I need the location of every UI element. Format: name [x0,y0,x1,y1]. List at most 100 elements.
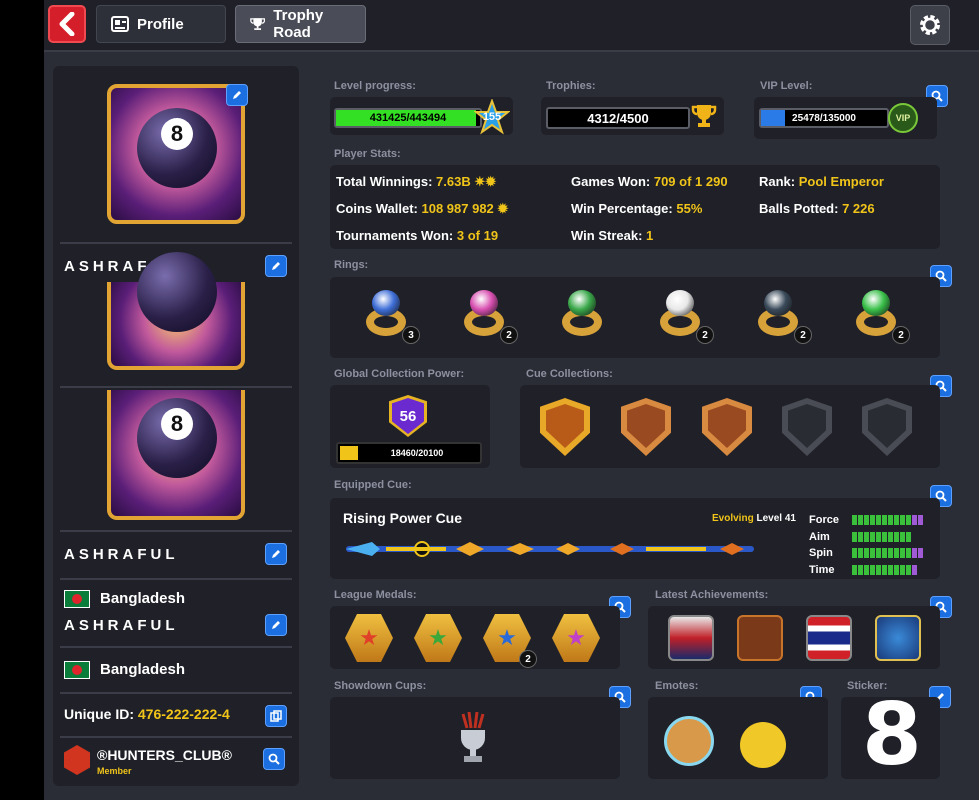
cue-stat-segment [882,548,887,558]
ring-icon[interactable] [552,286,612,346]
cue-stat-segment [858,564,863,575]
cue-stat-segment [864,515,869,525]
tab-trophy-road[interactable]: Trophy Road [235,5,366,43]
ring-count: 2 [892,326,910,344]
tab-trophy-road-label: Trophy Road [273,7,324,41]
bangladesh-flag-icon [64,590,90,608]
back-button[interactable] [48,5,86,43]
edit-avatar-button[interactable] [226,84,248,106]
view-club-button[interactable] [263,748,285,770]
trophies-text: 4312/4500 [587,110,649,126]
eight-ball-icon: 8 [137,108,217,188]
vip-level-label: VIP Level: [760,80,813,92]
cue-stat-segment [906,531,911,542]
cue-stat-segment [882,564,887,575]
cue-stat-segment [858,548,863,558]
profile-card-icon [111,16,129,32]
pencil-icon [272,262,280,270]
player-name: ASHRAFUL [64,617,179,634]
eight-ball-icon: 8 [137,398,217,478]
country-name: Bangladesh [100,661,186,678]
avatar: 8 [107,84,245,224]
edit-name-button[interactable] [265,255,287,277]
cue-stat-bar [852,548,923,558]
emotes-label: Emotes: [655,680,699,692]
trophies-label: Trophies: [546,80,596,92]
tournaments-won: Tournaments Won: 3 of 19 [336,228,499,243]
tab-profile[interactable]: Profile [96,5,226,43]
achievement-thailand-flag-icon [806,615,852,661]
cue-stat-segment [876,564,881,575]
cue-stat-segment [852,548,857,558]
collection-power-bar: 18460/20100 [336,442,482,464]
collection-power-text: 18460/20100 [390,448,444,458]
ring-gem [862,290,890,316]
latest-achievements-label: Latest Achievements: [655,589,769,601]
cue-stat-segment [912,564,917,575]
ring-gem [666,290,694,316]
cue-stat-bar [852,531,911,542]
eight-sticker-icon: 8 [862,685,922,785]
trophy-icon [250,18,266,30]
player-name: ASHRAFUL [64,546,179,563]
cue-stat-segment [894,564,899,575]
club-role: Member [97,766,132,776]
ring-count: 2 [696,326,714,344]
cue-stat-segment [888,531,893,542]
pencil-icon [272,550,280,558]
league-medals-label: League Medals: [334,589,417,601]
pencil-icon [233,91,241,99]
cue-stat-segment [918,548,923,558]
club-name: ®HUNTERS_CLUB® [97,747,232,763]
cue-stat-segment [864,531,869,542]
cue-stat-segment [894,548,899,558]
edit-name-button[interactable] [265,614,287,636]
ring-gem [372,290,400,316]
smiley-emote-icon [740,722,786,768]
ring-icon[interactable]: 2 [650,286,714,346]
ring-icon[interactable]: 2 [748,286,812,346]
copy-id-button[interactable] [265,705,287,727]
gear-icon [920,15,940,35]
ring-gem [568,290,596,316]
achievement-wings-icon [737,615,783,661]
cue-stat-segment [852,564,857,575]
player-stats-label: Player Stats: [334,148,401,160]
settings-button[interactable] [910,5,950,45]
trophy-icon [690,102,718,130]
cue-stat-segment [876,515,881,525]
cue-stat-segment [906,564,911,575]
vip-badge-icon: VIP [888,103,918,133]
cue-stat-segment [918,515,923,525]
bangladesh-flag-icon [64,661,90,679]
medal-count: 2 [519,650,537,668]
ring-gem [470,290,498,316]
cue-stat-segment [870,548,875,558]
avatar [107,252,245,370]
cue-collections-label: Cue Collections: [526,368,613,380]
cue-stat-label: Aim [809,530,830,543]
copy-icon [270,710,282,722]
coins-wallet: Coins Wallet: 108 987 982 ✹ [336,201,509,216]
trophies-bar: 4312/4500 [546,107,690,129]
divider [60,578,292,580]
cue-stat-segment [888,515,893,525]
cue-stat-bar [852,515,923,525]
cue-stat-segment [876,548,881,558]
level-number: 155 [482,111,502,123]
divider [60,530,292,532]
edit-name-button[interactable] [265,543,287,565]
cue-stat-segment [888,564,893,575]
divider [60,242,292,244]
ring-icon[interactable]: 2 [454,286,518,346]
ring-icon[interactable]: 3 [356,286,420,346]
ring-icon[interactable]: 2 [846,286,910,346]
balls-potted: Balls Potted: 7 226 [759,201,875,216]
chevron-left-icon [59,12,75,36]
divider [60,736,292,738]
cue-stat-label: Force [809,514,839,526]
search-icon [268,753,280,765]
cue-stat-segment [882,515,887,525]
cue-stat-segment [888,548,893,558]
eight-ball-icon [137,252,217,332]
